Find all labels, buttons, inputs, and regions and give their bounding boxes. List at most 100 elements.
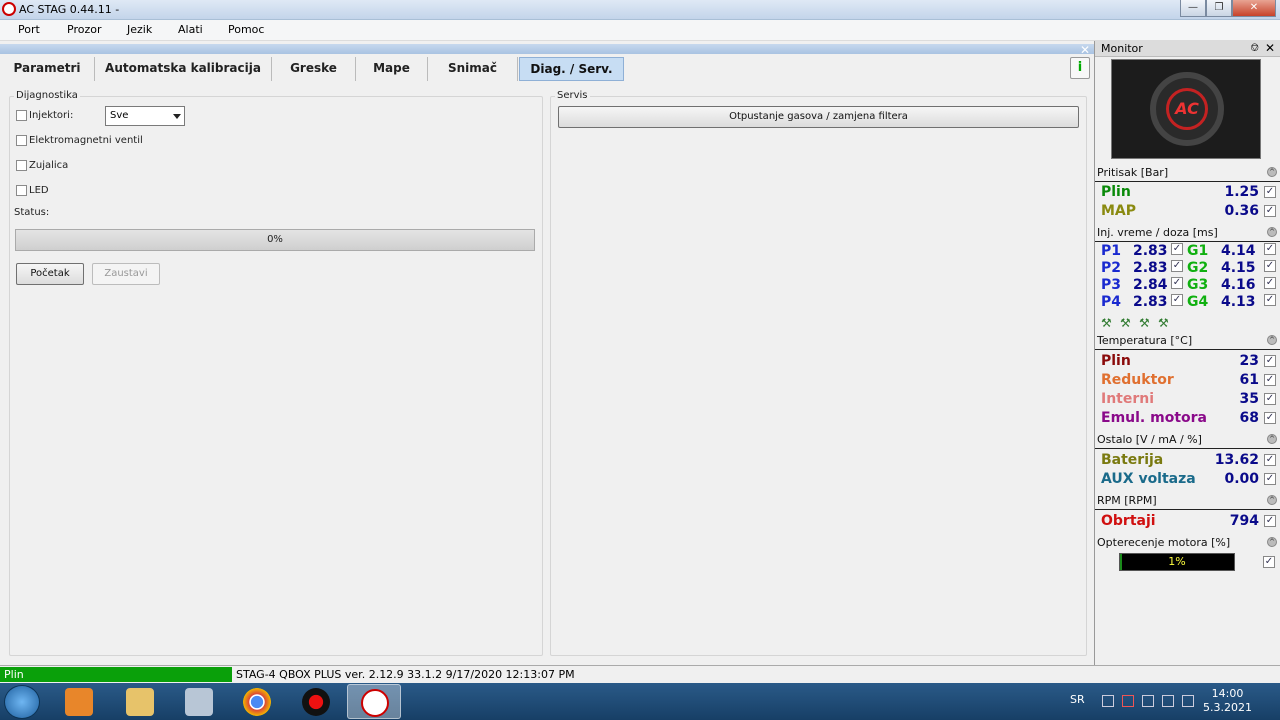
tab-mape[interactable]: Mape xyxy=(356,57,428,81)
collapse-icon[interactable]: ^ xyxy=(1267,495,1277,505)
device-info: STAG-4 QBOX PLUS ver. 2.12.9 33.1.2 9/17… xyxy=(236,668,575,681)
tab-parametri[interactable]: Parametri xyxy=(0,57,95,81)
network-error-icon[interactable] xyxy=(1122,695,1134,707)
inj-g-checkbox[interactable]: ✓ xyxy=(1264,294,1276,306)
battery-icon[interactable] xyxy=(1142,695,1154,707)
status-bar: Plin STAG-4 QBOX PLUS ver. 2.12.9 33.1.2… xyxy=(0,665,1280,683)
volume-icon[interactable] xyxy=(1182,695,1194,707)
map-checkbox[interactable]: ✓ xyxy=(1264,205,1276,217)
logo-mark: AC xyxy=(1166,88,1208,130)
chevron-down-icon xyxy=(173,114,181,119)
maximize-button[interactable]: ❐ xyxy=(1206,0,1232,17)
map-row: MAP 0.36 ✓ xyxy=(1095,202,1280,221)
aux-row: AUX voltaza 0.00 ✓ xyxy=(1095,470,1280,489)
reduktor-label: Reduktor xyxy=(1101,372,1174,388)
taskbar-calculator[interactable] xyxy=(172,684,226,719)
inj-p-label: P4 xyxy=(1101,294,1122,310)
zujalica-checkbox[interactable] xyxy=(16,160,27,171)
emul-label: Emul. motora xyxy=(1101,410,1207,426)
start-button[interactable] xyxy=(4,685,40,719)
fuel-mode-indicator: Plin xyxy=(0,667,232,682)
close-document-icon[interactable]: ✕ xyxy=(1080,43,1090,57)
collapse-icon[interactable]: ^ xyxy=(1267,227,1277,237)
app-icon xyxy=(2,2,16,16)
pritisak-plin-value: 1.25 xyxy=(1224,184,1259,200)
injektori-label: Injektori: xyxy=(29,110,74,121)
servis-group: Servis Otpustanje gasova / zamjena filte… xyxy=(550,90,1087,656)
baterija-label: Baterija xyxy=(1101,452,1164,468)
inj-g-checkbox[interactable]: ✓ xyxy=(1264,260,1276,272)
language-indicator[interactable]: SR xyxy=(1070,693,1085,706)
system-tray: SR 14:00 5.3.2021 xyxy=(1050,683,1280,720)
injector-icon: ⚒ xyxy=(1139,316,1150,330)
servis-title: Servis xyxy=(555,90,590,101)
inj-p-checkbox[interactable]: ✓ xyxy=(1171,260,1183,272)
menu-alati[interactable]: Alati xyxy=(178,23,203,36)
inj-g-label: G1 xyxy=(1187,243,1209,259)
taskbar-chrome[interactable] xyxy=(230,684,284,719)
inj-p-checkbox[interactable]: ✓ xyxy=(1171,277,1183,289)
injector-icon: ⚒ xyxy=(1158,316,1169,330)
minimize-button[interactable]: — xyxy=(1180,0,1206,17)
aux-checkbox[interactable]: ✓ xyxy=(1264,473,1276,485)
inj-row: P3 2.84 ✓ G3 4.16 ✓ xyxy=(1095,277,1280,294)
injector-icon: ⚒ xyxy=(1101,316,1112,330)
arrow-up-icon[interactable] xyxy=(1102,695,1114,707)
menu-port[interactable]: Port xyxy=(18,23,40,36)
opterecenje-title: Opterecenje motora [%] xyxy=(1097,536,1231,549)
taskbar-explorer[interactable] xyxy=(113,684,167,719)
ostalo-header: Ostalo [V / mA / %] ^ xyxy=(1095,431,1280,449)
pritisak-plin-label: Plin xyxy=(1101,184,1131,200)
engine-load-checkbox[interactable]: ✓ xyxy=(1263,556,1275,568)
collapse-icon[interactable]: ^ xyxy=(1267,537,1277,547)
inj-p-checkbox[interactable]: ✓ xyxy=(1171,243,1183,255)
temp-plin-value: 23 xyxy=(1239,353,1259,369)
zaustavi-button[interactable]: Zaustavi xyxy=(92,263,160,285)
engine-load-bar: 1% xyxy=(1119,553,1235,571)
injektori-checkbox[interactable] xyxy=(16,110,27,121)
clock[interactable]: 14:00 5.3.2021 xyxy=(1203,687,1252,715)
temperatura-header: Temperatura [°C] ^ xyxy=(1095,332,1280,350)
taskbar-ac-stag[interactable] xyxy=(347,684,401,719)
pocetak-button[interactable]: Početak xyxy=(16,263,84,285)
monitor-panel: Monitor ⎊ ✕ AC Pritisak [Bar] ^ Plin 1.2… xyxy=(1094,41,1280,665)
led-checkbox[interactable] xyxy=(16,185,27,196)
menu-jezik[interactable]: Jezik xyxy=(127,23,152,36)
clock-time: 14:00 xyxy=(1211,687,1244,700)
menu-pomoc[interactable]: Pomoc xyxy=(228,23,264,36)
info-icon[interactable]: i xyxy=(1070,57,1090,79)
tab-greske[interactable]: Greske xyxy=(272,57,356,81)
obrtaji-checkbox[interactable]: ✓ xyxy=(1264,515,1276,527)
injektori-select[interactable]: Sve xyxy=(105,106,185,126)
taskbar-media-player[interactable] xyxy=(52,684,106,719)
tab-automatska-kalibracija[interactable]: Automatska kalibracija xyxy=(95,57,272,81)
tab-snimac[interactable]: Snimač xyxy=(428,57,518,81)
zujalica-label: Zujalica xyxy=(29,160,69,171)
ac-logo: AC xyxy=(1111,59,1261,159)
otpustanje-gasova-button[interactable]: Otpustanje gasova / zamjena filtera xyxy=(558,106,1079,128)
tab-diag-serv[interactable]: Diag. / Serv. xyxy=(519,57,624,81)
taskbar-recorder[interactable] xyxy=(289,684,343,719)
collapse-icon[interactable]: ^ xyxy=(1267,434,1277,444)
temp-plin-checkbox[interactable]: ✓ xyxy=(1264,355,1276,367)
pritisak-plin-checkbox[interactable]: ✓ xyxy=(1264,186,1276,198)
collapse-icon[interactable]: ^ xyxy=(1267,335,1277,345)
close-button[interactable]: ✕ xyxy=(1232,0,1276,17)
collapse-icon[interactable]: ^ xyxy=(1267,167,1277,177)
tab-bar: Parametri Automatska kalibracija Greske … xyxy=(0,57,1094,81)
menu-prozor[interactable]: Prozor xyxy=(67,23,101,36)
diag-progress-bar: 0% xyxy=(15,229,535,251)
inj-p-label: P3 xyxy=(1101,277,1122,293)
ventil-checkbox[interactable] xyxy=(16,135,27,146)
close-monitor-icon[interactable]: ✕ xyxy=(1265,41,1275,55)
inj-p-checkbox[interactable]: ✓ xyxy=(1171,294,1183,306)
signal-icon[interactable] xyxy=(1162,695,1174,707)
reduktor-checkbox[interactable]: ✓ xyxy=(1264,374,1276,386)
emul-checkbox[interactable]: ✓ xyxy=(1264,412,1276,424)
baterija-checkbox[interactable]: ✓ xyxy=(1264,454,1276,466)
inj-g-checkbox[interactable]: ✓ xyxy=(1264,243,1276,255)
inj-g-checkbox[interactable]: ✓ xyxy=(1264,277,1276,289)
pin-icon[interactable]: ⎊ xyxy=(1250,41,1259,55)
interni-checkbox[interactable]: ✓ xyxy=(1264,393,1276,405)
logo-ring: AC xyxy=(1150,72,1224,146)
